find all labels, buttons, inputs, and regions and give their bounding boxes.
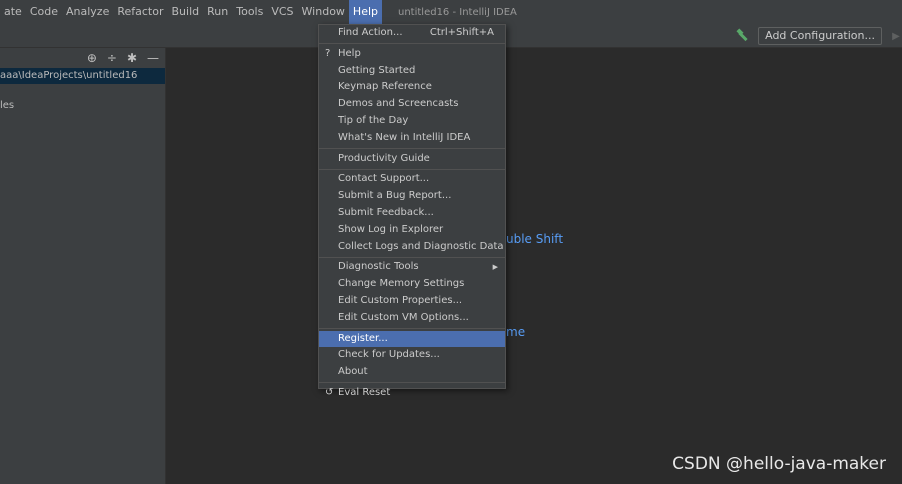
toolbar-right: Add Configuration... ▶ <box>736 27 902 45</box>
menu-navigate[interactable]: ate <box>0 0 26 24</box>
watermark: CSDN @hello-java-maker <box>672 454 886 474</box>
menu-item-productivity-guide[interactable]: Productivity Guide <box>319 151 505 168</box>
project-root-item[interactable]: aaa\IdeaProjects\untitled16 <box>0 68 165 84</box>
menu-item-register[interactable]: Register... <box>319 330 505 348</box>
menu-item-keymap-reference[interactable]: Keymap Reference <box>319 79 505 96</box>
menu-item-diagnostic-tools[interactable]: Diagnostic Tools ▶ <box>319 259 505 276</box>
diagnostic-tools-label: Diagnostic Tools <box>338 261 419 273</box>
collapse-icon[interactable]: ÷ <box>107 52 117 64</box>
menu-item-eval-reset[interactable]: ↺ Eval Reset <box>319 385 505 402</box>
menu-window[interactable]: Window <box>298 0 349 24</box>
project-panel: ⊕ ÷ ✱ — aaa\IdeaProjects\untitled16 les <box>0 48 166 484</box>
find-action-label: Find Action... <box>338 27 403 38</box>
find-action-shortcut: Ctrl+Shift+A <box>429 27 494 38</box>
menu-run[interactable]: Run <box>203 0 232 24</box>
help-label: Help <box>338 47 361 59</box>
menu-separator <box>319 168 505 170</box>
menu-item-help[interactable]: ? Help <box>319 46 505 63</box>
menu-separator <box>319 43 505 45</box>
question-icon: ? <box>325 47 331 59</box>
menu-separator <box>319 382 505 384</box>
menu-item-check-updates[interactable]: Check for Updates... <box>319 347 505 364</box>
add-configuration-button[interactable]: Add Configuration... <box>758 27 882 45</box>
menu-code[interactable]: Code <box>26 0 62 24</box>
menu-separator <box>319 148 505 150</box>
window-title: untitled16 - IntelliJ IDEA <box>398 6 517 18</box>
menu-item-edit-vm-options[interactable]: Edit Custom VM Options... <box>319 310 505 327</box>
reset-icon: ↺ <box>325 386 334 398</box>
menu-bar: ate Code Analyze Refactor Build Run Tool… <box>0 0 902 24</box>
project-panel-header: ⊕ ÷ ✱ — <box>0 48 165 68</box>
menu-refactor[interactable]: Refactor <box>113 0 167 24</box>
menu-tools[interactable]: Tools <box>232 0 267 24</box>
menu-vcs[interactable]: VCS <box>267 0 297 24</box>
menu-item-change-memory[interactable]: Change Memory Settings <box>319 276 505 293</box>
eval-reset-label: Eval Reset <box>338 386 391 398</box>
menu-build[interactable]: Build <box>168 0 204 24</box>
gear-icon[interactable]: ✱ <box>127 52 137 64</box>
menu-separator <box>319 256 505 258</box>
menu-item-about[interactable]: About <box>319 364 505 381</box>
run-icon[interactable]: ▶ <box>890 31 902 42</box>
menu-item-demos[interactable]: Demos and Screencasts <box>319 96 505 113</box>
menu-item-find-action[interactable]: Find Action... Ctrl+Shift+A <box>319 25 505 42</box>
menu-item-contact-support[interactable]: Contact Support... <box>319 171 505 188</box>
menu-help[interactable]: Help <box>348 0 382 24</box>
locate-icon[interactable]: ⊕ <box>87 52 97 64</box>
minimize-icon[interactable]: — <box>147 52 159 64</box>
menu-item-edit-properties[interactable]: Edit Custom Properties... <box>319 293 505 310</box>
menu-item-show-log[interactable]: Show Log in Explorer <box>319 222 505 239</box>
submenu-arrow-icon: ▶ <box>492 263 498 272</box>
menu-item-submit-bug[interactable]: Submit a Bug Report... <box>319 188 505 205</box>
menu-item-whats-new[interactable]: What's New in IntelliJ IDEA <box>319 130 505 147</box>
menu-item-submit-feedback[interactable]: Submit Feedback... <box>319 205 505 222</box>
navigation-bar-hint: me <box>506 325 526 339</box>
menu-item-getting-started[interactable]: Getting Started <box>319 63 505 80</box>
search-everywhere-hint: uble Shift <box>506 232 564 246</box>
menu-separator <box>319 328 505 330</box>
external-libraries-item[interactable]: les <box>0 100 165 111</box>
menu-item-tip-of-day[interactable]: Tip of the Day <box>319 113 505 130</box>
menu-item-collect-logs[interactable]: Collect Logs and Diagnostic Data <box>319 239 505 256</box>
menu-analyze[interactable]: Analyze <box>62 0 113 24</box>
help-dropdown-menu: Find Action... Ctrl+Shift+A ? Help Getti… <box>318 24 506 398</box>
hammer-icon[interactable] <box>736 29 750 43</box>
